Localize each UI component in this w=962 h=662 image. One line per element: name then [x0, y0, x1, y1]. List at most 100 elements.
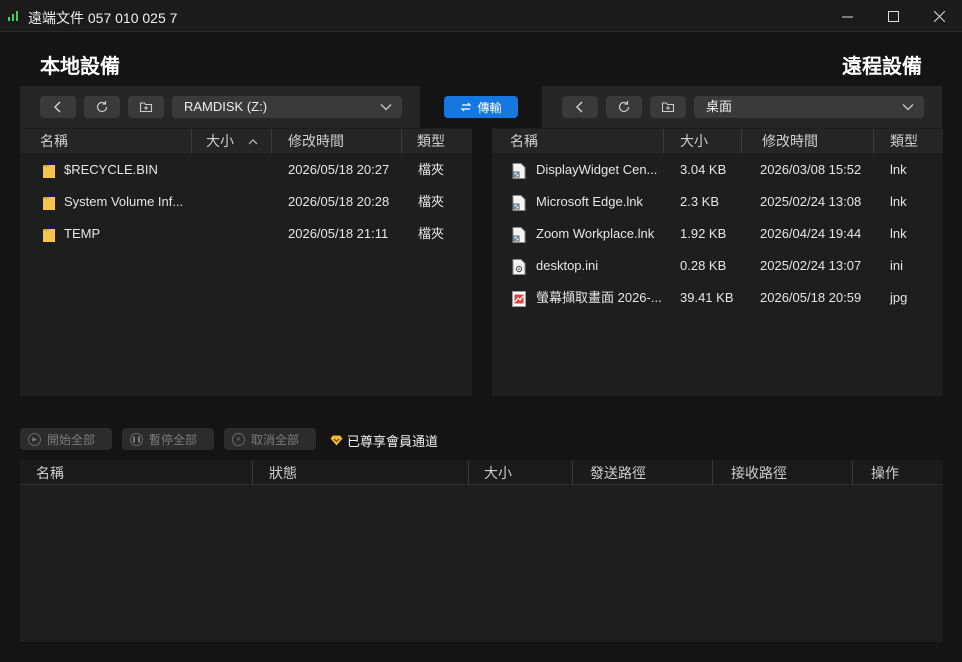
pause-all-label: 暫停全部: [149, 432, 198, 447]
queue-col-status[interactable]: 狀態: [253, 461, 469, 485]
pause-icon: ❚❚: [130, 432, 143, 446]
local-file-row[interactable]: $RECYCLE.BIN 2026/05/18 20:27 檔夾: [20, 154, 472, 186]
remote-file-type: lnk: [890, 194, 907, 209]
remote-file-type: ini: [890, 258, 904, 273]
local-refresh-button[interactable]: [84, 96, 120, 118]
chevron-down-icon: [380, 104, 392, 111]
remote-new-folder-button[interactable]: [650, 96, 686, 118]
remote-file-row[interactable]: 螢幕擷取畫面 2026-... 39.41 KB 2026/05/18 20:59 j…: [492, 282, 943, 314]
transfer-button[interactable]: 傳輸: [444, 96, 518, 118]
remote-file-row[interactable]: Microsoft Edge.lnk 2.3 KB 2025/02/24 13:08…: [492, 186, 943, 218]
local-file-name: $RECYCLE.BIN: [64, 162, 158, 177]
pause-all-button[interactable]: ❚❚ 暫停全部: [122, 428, 214, 450]
local-col-size-label: 大小: [206, 133, 234, 149]
local-file-type: 檔夾: [418, 162, 445, 177]
local-drive-select[interactable]: RAMDISK (Z:): [172, 96, 402, 118]
signal-bars-icon: [8, 9, 20, 21]
local-file-row[interactable]: System Volume Inf... 2026/05/18 20:28 檔夾: [20, 186, 472, 218]
new-folder-icon: [661, 102, 675, 113]
maximize-button[interactable]: [870, 0, 916, 32]
chevron-left-icon: [575, 101, 583, 113]
remote-file-modified: 2026/03/08 15:52: [760, 162, 862, 177]
remote-file-modified: 2026/05/18 20:59: [760, 290, 862, 305]
queue-col-send-path[interactable]: 發送路徑: [573, 461, 713, 485]
local-file-type: 檔夾: [418, 194, 445, 209]
local-file-row[interactable]: TEMP 2026/05/18 21:11 檔夾: [20, 218, 472, 250]
local-file-name: System Volume Inf...: [64, 194, 184, 209]
swap-arrows-icon: [461, 102, 472, 112]
maximize-icon: [887, 10, 899, 22]
sort-ascending-icon: [248, 139, 258, 145]
queue-col-name[interactable]: 名稱: [26, 461, 253, 485]
queue-col-actions[interactable]: 操作: [853, 461, 943, 485]
start-all-label: 開始全部: [47, 432, 96, 447]
new-folder-icon: [139, 102, 153, 113]
remote-file-modified: 2026/04/24 19:44: [760, 226, 862, 241]
transfer-label: 傳輸: [477, 100, 502, 115]
remote-file-name: 螢幕擷取畫面 2026-...: [536, 290, 662, 305]
refresh-icon: [96, 101, 108, 113]
queue-col-receive-path[interactable]: 接收路徑: [713, 461, 853, 485]
remote-table-header: 名稱 大小 修改時間 類型: [492, 129, 943, 153]
close-button[interactable]: [916, 0, 962, 32]
remote-col-modified[interactable]: 修改時間: [742, 129, 874, 153]
local-file-modified: 2026/05/18 20:27: [288, 162, 390, 177]
remote-file-modified: 2025/02/24 13:07: [760, 258, 862, 273]
remote-file-row[interactable]: Zoom Workplace.lnk 1.92 KB 2026/04/24 19:4…: [492, 218, 943, 250]
local-col-name[interactable]: 名稱: [30, 129, 192, 153]
start-all-button[interactable]: ▶ 開始全部: [20, 428, 112, 450]
remote-col-type[interactable]: 類型: [874, 129, 943, 153]
remote-back-button[interactable]: [562, 96, 598, 118]
remote-file-size: 0.28 KB: [680, 258, 727, 273]
minimize-button[interactable]: [824, 0, 870, 32]
local-drive-label: RAMDISK (Z:): [184, 99, 268, 114]
remote-file-name: desktop.ini: [536, 258, 599, 273]
remote-col-size[interactable]: 大小: [664, 129, 742, 153]
remote-file-type: lnk: [890, 162, 907, 177]
local-col-size[interactable]: 大小: [192, 129, 272, 153]
local-col-type[interactable]: 類型: [402, 129, 472, 153]
minimize-icon: [841, 16, 853, 17]
local-new-folder-button[interactable]: [128, 96, 164, 118]
remote-file-name: DisplayWidget Cen...: [536, 162, 658, 177]
remote-refresh-button[interactable]: [606, 96, 642, 118]
remote-col-name[interactable]: 名稱: [500, 129, 664, 153]
remote-location-label: 桌面: [706, 99, 733, 114]
play-icon: ▶: [28, 432, 41, 446]
remote-file-modified: 2025/02/24 13:08: [760, 194, 862, 209]
cancel-all-button[interactable]: ✕ 取消全部: [224, 428, 316, 450]
cancel-icon: ✕: [232, 432, 245, 446]
chevron-left-icon: [53, 101, 61, 113]
remote-location-select[interactable]: 桌面: [694, 96, 924, 118]
local-panel-title: 本地設備: [40, 56, 120, 78]
chevron-down-icon: [902, 104, 914, 111]
title-bar: 遠端文件 057 010 025 7: [0, 0, 962, 32]
local-file-modified: 2026/05/18 21:11: [288, 226, 389, 241]
remote-file-name: Zoom Workplace.lnk: [536, 226, 655, 241]
local-table-header: 名稱 大小 修改時間 類型: [20, 129, 472, 153]
remote-file-type: jpg: [890, 290, 908, 305]
local-file-type: 檔夾: [418, 226, 445, 241]
vip-channel-badge: 已尊享會員通道: [330, 431, 438, 450]
cancel-all-label: 取消全部: [251, 432, 300, 447]
diamond-icon: [330, 435, 343, 446]
remote-file-size: 1.92 KB: [680, 226, 727, 241]
remote-panel-title: 遠程設備: [842, 56, 922, 78]
transfer-queue-list: [20, 460, 943, 642]
remote-file-size: 2.3 KB: [680, 194, 720, 209]
local-file-modified: 2026/05/18 20:28: [288, 194, 390, 209]
local-col-modified[interactable]: 修改時間: [272, 129, 402, 153]
queue-col-size[interactable]: 大小: [469, 461, 573, 485]
queue-table-header: 名稱 狀態 大小 發送路徑 接收路徑 操作: [20, 461, 943, 485]
remote-file-row[interactable]: desktop.ini 0.28 KB 2025/02/24 13:07 ini: [492, 250, 943, 282]
refresh-icon: [618, 101, 630, 113]
remote-file-row[interactable]: DisplayWidget Cen... 3.04 KB 2026/03/08 15…: [492, 154, 943, 186]
remote-file-type: lnk: [890, 226, 907, 241]
vip-label: 已尊享會員通道: [347, 434, 439, 449]
remote-file-size: 3.04 KB: [680, 162, 727, 177]
local-file-name: TEMP: [64, 226, 101, 241]
close-icon: [933, 10, 945, 22]
remote-file-size: 39.41 KB: [680, 290, 734, 305]
remote-file-name: Microsoft Edge.lnk: [536, 194, 643, 209]
local-back-button[interactable]: [40, 96, 76, 118]
